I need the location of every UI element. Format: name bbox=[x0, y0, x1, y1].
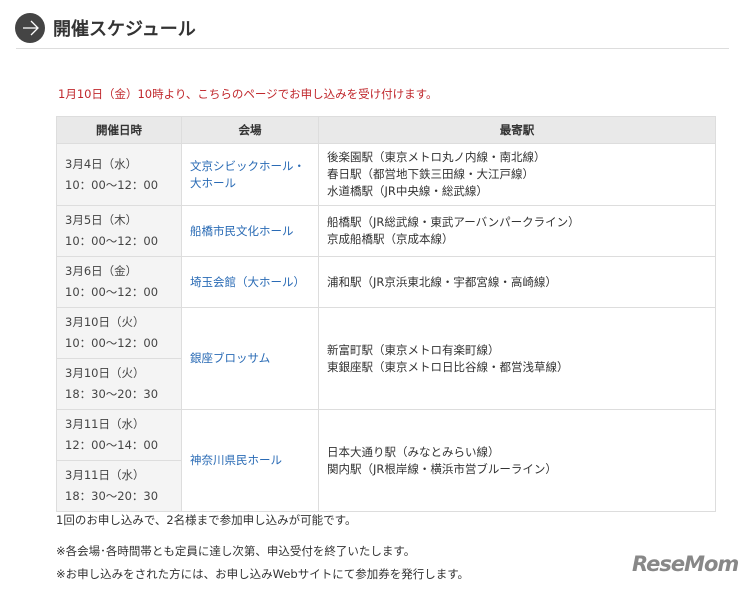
venue-cell: 文京シビックホール・大ホール bbox=[181, 143, 319, 206]
notice-text: 1月10日（金）10時より、こちらのページでお申し込みを受け付けます。 bbox=[58, 87, 438, 101]
date-cell: 3月10日（火） 18：30〜20：30 bbox=[56, 358, 182, 410]
divider bbox=[16, 48, 729, 49]
date-cell: 3月6日（金） 10：00〜12：00 bbox=[56, 256, 182, 308]
table-row: 3月5日（木） 10：00〜12：00 船橋市民文化ホール 船橋駅（JR総武線・東… bbox=[56, 205, 716, 257]
date-cell: 3月11日（水） 12：00〜14：00 bbox=[56, 409, 182, 461]
venue-link[interactable]: 銀座ブロッサム bbox=[190, 351, 270, 365]
note-limit: ※各会場･各時間帯とも定員に達し次第、申込受付を終了いたします。 bbox=[56, 544, 416, 558]
venue-link[interactable]: 文京シビックホール・大ホール bbox=[190, 159, 305, 190]
venue-cell: 埼玉会館（大ホール） bbox=[181, 256, 319, 308]
arrow-circle-icon bbox=[15, 13, 45, 43]
station-cell: 後楽園駅（東京メトロ丸ノ内線・南北線） 春日駅（都営地下鉄三田線・大江戸線） 水道橋… bbox=[318, 143, 716, 206]
station-cell: 日本大通り駅（みなとみらい線） 関内駅（JR根岸線・横浜市営ブルーライン） bbox=[318, 409, 716, 512]
table-row: 3月4日（水） 10：00〜12：00 文京シビックホール・大ホール 後楽園駅（東… bbox=[56, 143, 716, 206]
resemom-logo: ReseMom bbox=[632, 552, 739, 576]
table-header: 開催日時 会場 最寄駅 bbox=[56, 116, 716, 144]
date-cell: 3月4日（水） 10：00〜12：00 bbox=[56, 143, 182, 206]
header-venue: 会場 bbox=[181, 116, 319, 144]
header-date: 開催日時 bbox=[56, 116, 182, 144]
venue-cell: 船橋市民文化ホール bbox=[181, 205, 319, 257]
station-cell: 新富町駅（東京メトロ有楽町線） 東銀座駅（東京メトロ日比谷線・都営浅草線） bbox=[318, 307, 716, 410]
note-capacity: 1回のお申し込みで、2名様まで参加申し込みが可能です。 bbox=[56, 513, 357, 527]
station-cell: 浦和駅（JR京浜東北線・宇都宮線・高崎線） bbox=[318, 256, 716, 308]
venue-cell: 神奈川県民ホール bbox=[181, 409, 319, 512]
section-header: 開催スケジュール bbox=[15, 13, 196, 43]
venue-cell: 銀座ブロッサム bbox=[181, 307, 319, 410]
date-cell: 3月11日（水） 18：30〜20：30 bbox=[56, 460, 182, 512]
table-row: 3月6日（金） 10：00〜12：00 埼玉会館（大ホール） 浦和駅（JR京浜東北… bbox=[56, 256, 716, 308]
section-title: 開催スケジュール bbox=[53, 19, 196, 40]
venue-link[interactable]: 神奈川県民ホール bbox=[190, 453, 282, 467]
date-cell: 3月5日（木） 10：00〜12：00 bbox=[56, 205, 182, 257]
venue-link[interactable]: 埼玉会館（大ホール） bbox=[190, 275, 305, 289]
table-row: 3月11日（水） 12：00〜14：00 神奈川県民ホール 日本大通り駅（みなとみ… bbox=[56, 409, 716, 512]
date-cell: 3月10日（火） 10：00〜12：00 bbox=[56, 307, 182, 359]
header-station: 最寄駅 bbox=[318, 116, 716, 144]
note-ticket: ※お申し込みをされた方には、お申し込みWebサイトにて参加券を発行します。 bbox=[56, 567, 470, 581]
schedule-table: 開催日時 会場 最寄駅 3月4日（水） 10：00〜12：00 文京シビックホール… bbox=[56, 116, 716, 512]
table-row: 3月10日（火） 10：00〜12：00 銀座ブロッサム 新富町駅（東京メトロ有楽… bbox=[56, 307, 716, 410]
station-cell: 船橋駅（JR総武線・東武アーバンパークライン） 京成船橋駅（京成本線） bbox=[318, 205, 716, 257]
venue-link[interactable]: 船橋市民文化ホール bbox=[190, 224, 294, 238]
